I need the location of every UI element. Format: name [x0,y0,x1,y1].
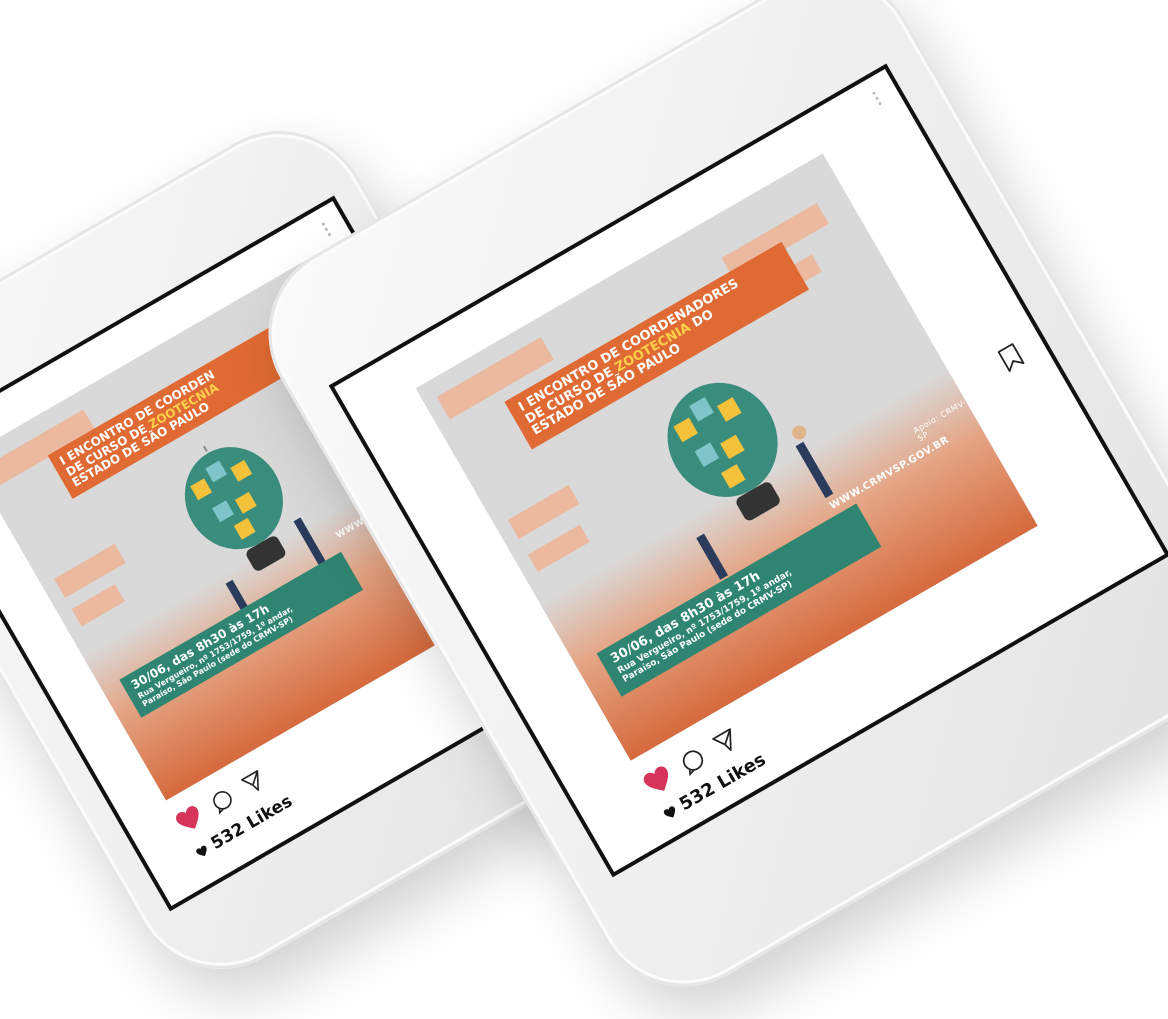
heart-icon[interactable] [172,802,207,836]
more-dots-icon[interactable] [321,222,332,237]
send-icon[interactable] [239,767,269,797]
more-dots-icon[interactable] [871,91,883,106]
post-stripe [527,524,590,572]
heart-small-icon [195,845,207,856]
heart-small-icon [663,805,675,818]
send-icon[interactable] [710,725,743,758]
post-stripe [71,584,125,627]
comment-icon[interactable] [677,744,710,777]
heart-icon[interactable] [640,762,677,799]
comment-icon[interactable] [207,785,237,815]
bookmark-icon[interactable] [995,341,1027,375]
